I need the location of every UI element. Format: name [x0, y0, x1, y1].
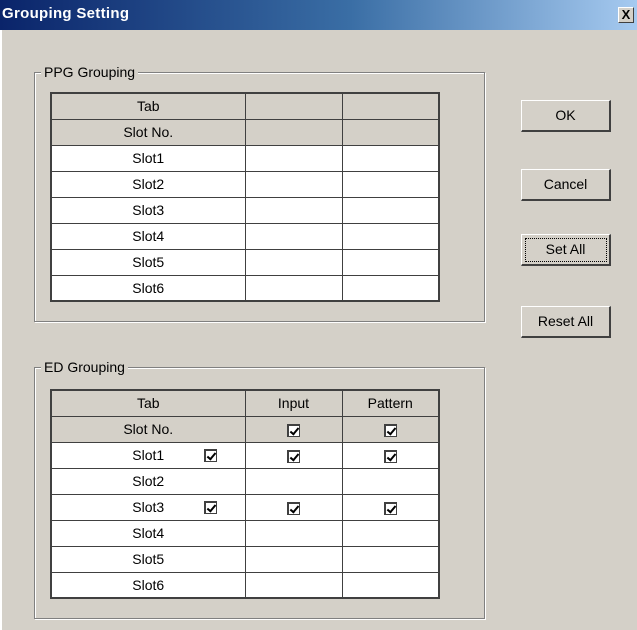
ppg-slot-label: Slot4 [50, 222, 246, 250]
ppg-slot-cell[interactable] [244, 274, 343, 302]
ed-pattern-cell[interactable] [341, 493, 440, 521]
ed-grouping-table: Tab Input Pattern Slot No. Slot1 Slot2 Slo… [50, 389, 440, 599]
ppg-slot-label: Slot5 [50, 248, 246, 276]
ppg-slot-row: Slot3 [50, 196, 440, 224]
ed-slot-label: Slot1 [132, 447, 165, 463]
ed-slot-label: Slot2 [132, 473, 165, 489]
ed-slot-label: Slot5 [132, 551, 165, 567]
input-checkbox[interactable] [287, 501, 300, 515]
ppg-slot-cell[interactable] [341, 248, 440, 276]
window-border [0, 30, 2, 630]
ed-pattern-cell[interactable] [341, 467, 440, 495]
ppg-tab-cell[interactable] [244, 92, 343, 120]
ed-slot-label: Slot3 [132, 499, 165, 515]
ppg-slot-label: Slot2 [50, 170, 246, 198]
ed-tab-header: Tab [50, 389, 246, 417]
ed-slot-cell: Slot5 [50, 545, 246, 573]
ed-slot-label: Slot4 [132, 525, 165, 541]
set-all-button[interactable]: Set All [521, 234, 611, 266]
ppg-slot-cell[interactable] [244, 248, 343, 276]
ed-input-cell[interactable] [244, 493, 343, 521]
ppg-grouping-table: Tab Slot No. Slot1 Slot2 Slot3 Slot4 Slot5 Sl… [50, 92, 440, 302]
ed-slot-row: Slot2 [50, 467, 440, 495]
ppg-tab-cell[interactable] [341, 92, 440, 120]
input-checkbox[interactable] [287, 449, 300, 463]
ed-slot-row: Slot4 [50, 519, 440, 547]
ppg-slot-cell[interactable] [341, 222, 440, 250]
reset-all-button[interactable]: Reset All [521, 306, 611, 338]
pattern-checkbox[interactable] [383, 501, 397, 515]
ed-input-cell[interactable] [244, 519, 343, 547]
ppg-slot-label: Slot3 [50, 196, 246, 224]
ppg-slot-cell[interactable] [341, 196, 440, 224]
ed-slot-cell: Slot1 [50, 441, 246, 469]
ed-slot-cell: Slot3 [50, 493, 246, 521]
ed-slot-cell: Slot4 [50, 519, 246, 547]
ppg-slotno-header: Slot No. [50, 118, 246, 146]
ed-grouping-legend: ED Grouping [41, 358, 128, 376]
ppg-tab-header: Tab [50, 92, 246, 120]
slot-checkbox[interactable] [203, 500, 217, 514]
ed-slot-cell: Slot2 [50, 467, 246, 495]
ppg-slot-cell[interactable] [244, 170, 343, 198]
ed-input-header: Input [244, 389, 343, 417]
ppg-slot-cell[interactable] [244, 144, 343, 172]
ed-pattern-cell[interactable] [341, 519, 440, 547]
ed-input-cell[interactable] [244, 571, 343, 599]
title-bar: Grouping Setting X [0, 0, 637, 30]
ppg-slot-label: Slot6 [50, 274, 246, 302]
pattern-all-checkbox[interactable] [383, 423, 397, 437]
ed-pattern-cell[interactable] [341, 545, 440, 573]
ppg-tab-row: Tab [50, 92, 440, 120]
ed-pattern-header: Pattern [341, 389, 440, 417]
input-all-checkbox[interactable] [287, 423, 300, 437]
ppg-slotno-cell[interactable] [341, 118, 440, 146]
close-button[interactable]: X [618, 7, 634, 23]
slot-checkbox[interactable] [203, 448, 217, 462]
ppg-slot-row: Slot2 [50, 170, 440, 198]
ed-slot-cell: Slot6 [50, 571, 246, 599]
ed-pattern-cell[interactable] [341, 571, 440, 599]
pattern-checkbox[interactable] [383, 449, 397, 463]
ed-tab-row: Tab Input Pattern [50, 389, 440, 417]
window-title: Grouping Setting [2, 5, 130, 22]
ppg-slotno-cell[interactable] [244, 118, 343, 146]
ppg-slotno-row: Slot No. [50, 118, 440, 146]
ed-slot-row: Slot1 [50, 441, 440, 469]
ed-pattern-cell[interactable] [341, 441, 440, 469]
ed-input-cell[interactable] [244, 467, 343, 495]
ppg-slot-cell[interactable] [244, 222, 343, 250]
ed-slotno-header: Slot No. [50, 415, 246, 443]
ppg-slot-cell[interactable] [341, 274, 440, 302]
ed-slot-row: Slot3 [50, 493, 440, 521]
ed-pattern-all-cell [341, 415, 440, 443]
ppg-slot-cell[interactable] [244, 196, 343, 224]
ed-slotno-row: Slot No. [50, 415, 440, 443]
ed-slot-row: Slot6 [50, 571, 440, 599]
cancel-button[interactable]: Cancel [521, 169, 611, 201]
ppg-slot-label: Slot1 [50, 144, 246, 172]
ed-input-all-cell [244, 415, 343, 443]
ppg-slot-cell[interactable] [341, 170, 440, 198]
ppg-slot-row: Slot5 [50, 248, 440, 276]
ed-input-cell[interactable] [244, 545, 343, 573]
ppg-slot-row: Slot1 [50, 144, 440, 172]
ed-input-cell[interactable] [244, 441, 343, 469]
ok-button[interactable]: OK [521, 100, 611, 132]
ppg-slot-row: Slot6 [50, 274, 440, 302]
ppg-slot-row: Slot4 [50, 222, 440, 250]
ed-slot-label: Slot6 [132, 576, 165, 593]
ppg-grouping-legend: PPG Grouping [41, 63, 139, 81]
ed-slot-row: Slot5 [50, 545, 440, 573]
ppg-slot-cell[interactable] [341, 144, 440, 172]
